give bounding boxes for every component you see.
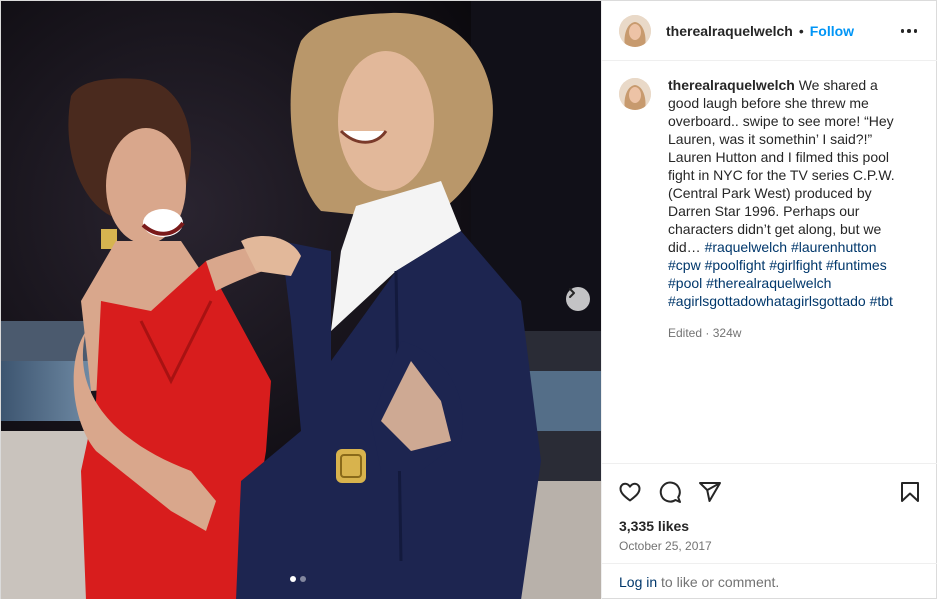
- login-prompt: Log in to like or comment.: [602, 563, 937, 599]
- post-card: therealraquelwelch • Follow therealraque…: [0, 0, 937, 599]
- carousel-next-button[interactable]: [566, 287, 590, 311]
- avatar[interactable]: [619, 78, 651, 110]
- post-side-panel: therealraquelwelch • Follow therealraque…: [601, 1, 937, 599]
- header-username[interactable]: therealraquelwelch: [666, 23, 793, 39]
- action-bar: [602, 463, 937, 517]
- hashtag[interactable]: #funtimes: [826, 257, 887, 273]
- hashtag[interactable]: #therealraquelwelch: [706, 275, 831, 291]
- post-header: therealraquelwelch • Follow: [602, 1, 937, 61]
- comment-icon[interactable]: [658, 480, 682, 504]
- likes-count[interactable]: 3,335 likes: [619, 518, 689, 534]
- hashtag[interactable]: #agirlsgottadowhatagirlsgottado: [668, 293, 866, 309]
- profile-picture: [619, 78, 651, 110]
- hashtag[interactable]: #cpw: [668, 257, 701, 273]
- caption-body: therealraquelwelch We shared a good laug…: [668, 76, 908, 310]
- photo-illustration: [1, 1, 601, 599]
- post-age[interactable]: 324w: [713, 326, 742, 340]
- hashtag[interactable]: #pool: [668, 275, 702, 291]
- post-date[interactable]: October 25, 2017: [619, 539, 712, 553]
- follow-button[interactable]: Follow: [810, 23, 854, 39]
- login-rest-text: to like or comment.: [657, 574, 780, 590]
- caption-username[interactable]: therealraquelwelch: [668, 77, 795, 93]
- caption-text: We shared a good laugh before she threw …: [668, 77, 899, 255]
- caption: therealraquelwelch We shared a good laug…: [668, 76, 908, 342]
- hashtag[interactable]: #laurenhutton: [791, 239, 877, 255]
- bookmark-icon[interactable]: [898, 480, 922, 504]
- header-separator: •: [798, 22, 804, 39]
- profile-picture: [619, 14, 651, 47]
- carousel-indicator: [290, 576, 306, 582]
- edited-label: Edited: [668, 326, 703, 340]
- meta-separator: ·: [705, 326, 710, 340]
- share-icon[interactable]: [698, 480, 722, 504]
- post-photo[interactable]: [1, 1, 601, 599]
- hashtag[interactable]: #poolfight: [705, 257, 766, 273]
- chevron-right-icon: [569, 288, 575, 298]
- more-options-icon[interactable]: [899, 21, 919, 41]
- hashtag[interactable]: #tbt: [870, 293, 893, 309]
- avatar[interactable]: [619, 14, 651, 47]
- login-link[interactable]: Log in: [619, 574, 657, 590]
- hashtag[interactable]: #girlfight: [769, 257, 822, 273]
- caption-block: therealraquelwelch We shared a good laug…: [619, 76, 924, 342]
- caption-meta: Edited · 324w: [668, 324, 908, 342]
- hashtag[interactable]: #raquelwelch: [705, 239, 788, 255]
- carousel-dot: [300, 576, 306, 582]
- carousel-dot-active: [290, 576, 296, 582]
- heart-icon[interactable]: [618, 480, 642, 504]
